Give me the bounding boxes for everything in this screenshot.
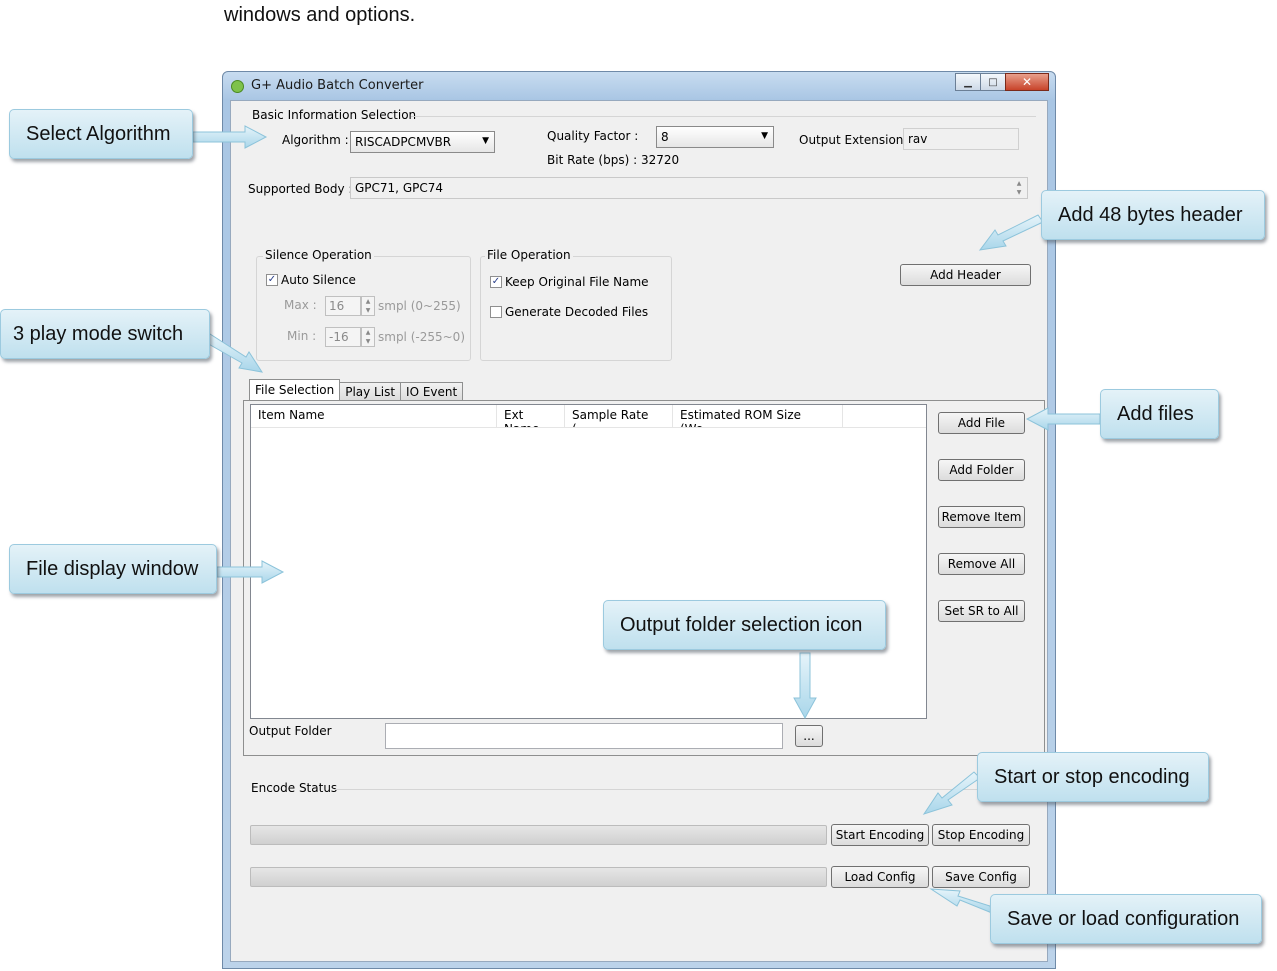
- callout-save-load: Save or load configuration: [990, 894, 1262, 944]
- arrow-save-load: [929, 888, 993, 914]
- callout-file-display: File display window: [9, 544, 217, 594]
- callout-start-stop: Start or stop encoding: [977, 752, 1209, 802]
- callout-add-files: Add files: [1100, 389, 1219, 439]
- arrow-output-folder: [793, 652, 817, 720]
- arrow-start-stop: [922, 771, 981, 815]
- arrow-add-header: [978, 214, 1044, 251]
- arrow-play-mode: [204, 333, 264, 373]
- callout-play-mode: 3 play mode switch: [0, 309, 210, 359]
- arrow-add-files: [1025, 407, 1101, 431]
- arrow-file-display: [216, 560, 285, 584]
- callout-add-header: Add 48 bytes header: [1041, 190, 1265, 240]
- callout-output-folder-icon: Output folder selection icon: [603, 600, 886, 650]
- callout-select-algorithm: Select Algorithm: [9, 109, 193, 159]
- arrow-select-algorithm: [192, 125, 268, 149]
- tab-file-selection[interactable]: File Selection: [249, 379, 341, 400]
